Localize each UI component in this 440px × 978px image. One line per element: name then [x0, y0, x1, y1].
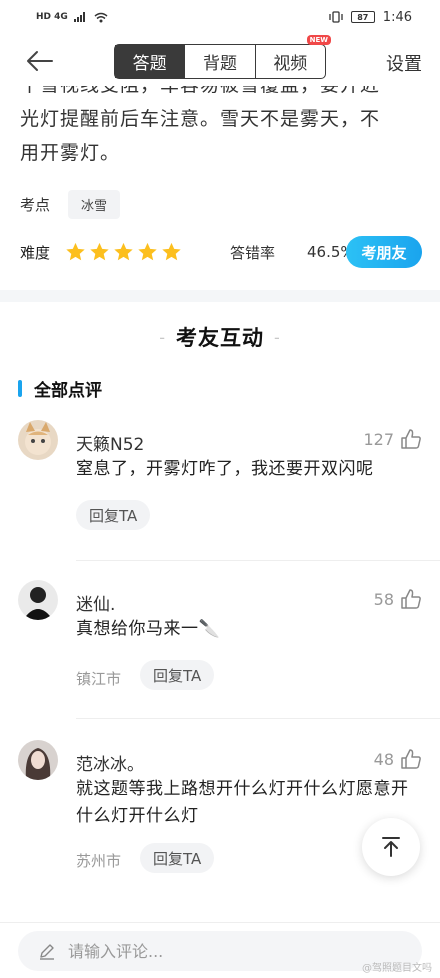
thumbs-up-icon	[401, 429, 421, 449]
signal-icon	[73, 12, 85, 22]
comment-separator	[76, 560, 440, 561]
ask-friend-button[interactable]: 考朋友	[346, 236, 422, 268]
pencil-icon	[40, 944, 54, 960]
title-dash-right: -	[274, 328, 281, 347]
star-icon	[66, 242, 85, 261]
comment-text: 真想给你马来一🔪	[76, 619, 221, 639]
thumbs-up-icon	[401, 589, 421, 609]
comment-bar: @驾照题目文吗	[0, 922, 440, 978]
status-bar: HD 4G 87 1:46	[0, 0, 440, 34]
error-rate-label: 答错率	[230, 243, 276, 262]
watermark: @驾照题目文吗	[362, 963, 432, 974]
star-icon	[138, 242, 157, 261]
avatar[interactable]	[18, 580, 58, 620]
mode-tabs: 答题 背题 视频 NEW	[114, 35, 331, 79]
arrow-up-icon	[382, 837, 400, 857]
tab-video[interactable]: 视频 NEW	[256, 35, 331, 78]
comment-author[interactable]: 范冰冰。	[76, 750, 144, 775]
tab-video-label: 视频	[273, 54, 308, 74]
comment-input[interactable]	[68, 941, 368, 961]
comment-location: 苏州市	[76, 852, 122, 870]
like-count: 127	[363, 429, 394, 449]
thumbs-up-icon	[401, 749, 421, 769]
clock: 1:46	[382, 9, 412, 25]
comment-text: 就这题等我上路想开什么灯开什么灯愿意开什么灯开什么灯	[76, 779, 409, 826]
like-button[interactable]: 48	[374, 748, 422, 770]
new-badge: NEW	[306, 35, 331, 45]
tab-answer-label: 答题	[132, 54, 167, 74]
explanation-line: 用开雾灯。	[20, 142, 121, 164]
avatar[interactable]	[18, 420, 58, 460]
reply-button[interactable]: 回复TA	[140, 660, 215, 690]
all-comments-header: 全部点评	[18, 376, 102, 401]
back-button[interactable]	[22, 46, 56, 76]
star-icon	[162, 242, 181, 261]
knowledge-label: 考点	[20, 196, 51, 214]
section-title-text: 考友互动	[176, 326, 264, 350]
reply-button[interactable]: 回复TA	[140, 843, 215, 873]
difficulty-stars	[64, 241, 183, 263]
star-icon	[90, 242, 109, 261]
explanation-line: 光灯提醒前后车注意。雪天不是雾天，不	[20, 108, 381, 130]
difficulty-label: 难度	[20, 243, 51, 262]
tab-memorize[interactable]: 背题	[185, 45, 256, 78]
title-dash-left: -	[159, 328, 166, 347]
comment-text: 窒息了，开雾灯咋了，我还要开双闪呢	[76, 459, 374, 479]
avatar[interactable]	[18, 740, 58, 780]
like-button[interactable]: 58	[374, 588, 422, 610]
back-to-top-button[interactable]	[362, 818, 420, 876]
reply-button[interactable]: 回复TA	[76, 500, 151, 530]
like-count: 58	[373, 589, 394, 609]
knowledge-tag[interactable]: 冰雪	[68, 190, 121, 219]
status-left: HD 4G	[36, 12, 108, 23]
star-icon	[114, 242, 133, 261]
tab-answer[interactable]: 答题	[115, 45, 186, 78]
explanation-text: 十雪视线受阻，车容易被雪覆盖，要开近 光灯提醒前后车注意。雪天不是雾天，不 用开…	[20, 86, 424, 176]
battery-icon: 87	[350, 11, 375, 23]
network-indicator: HD 4G	[36, 12, 68, 22]
comment-location: 镇江市	[76, 670, 122, 688]
tab-memorize-label: 背题	[202, 54, 237, 74]
section-divider	[0, 290, 440, 302]
nav-bar: 答题 背题 视频 NEW 设置	[0, 34, 440, 90]
like-count: 48	[373, 749, 394, 769]
comment-separator	[76, 718, 440, 719]
accent-bar	[18, 380, 22, 397]
all-comments-label: 全部点评	[34, 381, 102, 401]
wifi-icon	[94, 12, 108, 22]
comment-author[interactable]: 迷仙.	[76, 590, 115, 615]
difficulty-row: 难度 答错率 46.5% 考朋友	[20, 236, 422, 268]
like-button[interactable]: 127	[363, 428, 422, 450]
knowledge-point: 考点 冰雪	[20, 190, 121, 219]
settings-button[interactable]: 设置	[386, 50, 422, 76]
comment-author[interactable]: 天籁N52	[76, 430, 144, 455]
status-right: 87 1:46	[329, 10, 412, 25]
explanation-partial-line: 十雪视线受阻，车容易被雪覆盖，要开近	[20, 86, 424, 102]
arrow-left-icon	[27, 51, 53, 71]
vibrate-icon	[329, 11, 343, 23]
section-title: - 考友互动 -	[0, 322, 440, 352]
